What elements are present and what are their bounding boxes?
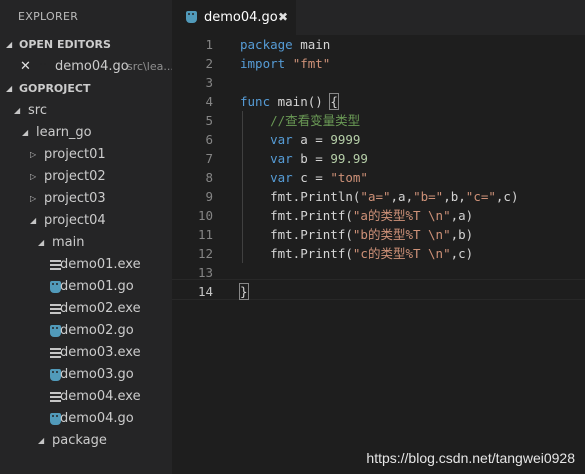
open-editor-path: src\lea...	[127, 60, 172, 73]
tab-demo04-go[interactable]: demo04.go ✖	[172, 0, 296, 35]
tree-item-src[interactable]: ◢ src	[0, 100, 172, 122]
goproject-header[interactable]: ◢ GOPROJECT	[0, 78, 172, 100]
open-editor-name: demo04.go	[55, 59, 129, 74]
line-number: 1	[205, 37, 213, 52]
code-text: package main	[240, 37, 331, 52]
line-number: 8	[205, 170, 213, 185]
tab-bar: demo04.go ✖	[172, 0, 585, 35]
tree-item-project04[interactable]: ◢ project04	[0, 210, 172, 232]
line-number: 7	[205, 151, 213, 166]
tree-item-demo04-exe[interactable]: demo04.exe	[0, 386, 172, 408]
chevron-down-icon: ◢	[22, 128, 29, 137]
code-text: func main() {	[240, 93, 339, 110]
line-number: 14	[197, 284, 213, 299]
tree-item-project03[interactable]: ▷ project03	[0, 188, 172, 210]
line-number: 5	[205, 113, 213, 128]
line-number: 12	[197, 246, 213, 261]
tree-item-label: project01	[44, 147, 106, 162]
code-text: fmt.Printf("a的类型%T \n",a)	[240, 208, 474, 223]
line-number: 11	[197, 227, 213, 242]
tree-item-demo04-go[interactable]: demo04.go	[0, 408, 172, 430]
tree-item-label: src	[28, 103, 47, 118]
watermark: https://blog.csdn.net/tangwei0928	[366, 450, 575, 466]
chevron-down-icon: ◢	[6, 84, 13, 93]
tree-item-label: demo03.exe	[60, 345, 141, 360]
line-number: 13	[197, 265, 213, 280]
tree-item-demo03-exe[interactable]: demo03.exe	[0, 342, 172, 364]
code-text: var a = 9999	[270, 132, 361, 147]
chevron-down-icon: ◢	[30, 216, 37, 225]
tree-item-label: demo01.go	[60, 279, 134, 294]
chevron-right-icon: ▷	[30, 150, 37, 159]
line-number: 9	[205, 189, 213, 204]
tree-item-label: demo01.exe	[60, 257, 141, 272]
explorer-sidebar: EXPLORER ◢ OPEN EDITORS ✕ demo04.go src\…	[0, 0, 172, 474]
tree-item-label: main	[52, 235, 85, 250]
tree-item-demo03-go[interactable]: demo03.go	[0, 364, 172, 386]
chevron-down-icon: ◢	[38, 238, 45, 247]
code-text: fmt.Printf("c的类型%T \n",c)	[240, 246, 474, 261]
tree-item-demo02-exe[interactable]: demo02.exe	[0, 298, 172, 320]
tree-item-label: project04	[44, 213, 106, 228]
tree-item-label: demo03.go	[60, 367, 134, 382]
tree-item-project01[interactable]: ▷ project01	[0, 144, 172, 166]
code-text: }	[239, 283, 249, 300]
chevron-down-icon: ◢	[6, 40, 13, 49]
code-text: //查看变量类型	[270, 113, 361, 128]
code-text: fmt.Printf("b的类型%T \n",b)	[240, 227, 474, 242]
code-text: fmt.Println("a=",a,"b=",b,"c=",c)	[240, 189, 519, 204]
line-number: 6	[205, 132, 213, 147]
tree-item-label: demo04.go	[60, 411, 134, 426]
tab-label: demo04.go	[204, 10, 278, 25]
open-editors-header[interactable]: ◢ OPEN EDITORS	[0, 34, 172, 56]
chevron-right-icon: ▷	[30, 194, 37, 203]
tree-item-package[interactable]: ◢ package	[0, 430, 172, 452]
tree-item-label: project03	[44, 191, 106, 206]
tree-item-demo02-go[interactable]: demo02.go	[0, 320, 172, 342]
code-text: import "fmt"	[240, 56, 331, 71]
chevron-down-icon: ◢	[38, 436, 45, 445]
current-line-highlight	[172, 279, 585, 300]
goproject-label: GOPROJECT	[19, 82, 91, 95]
tree-item-learn-go[interactable]: ◢ learn_go	[0, 122, 172, 144]
line-number: 4	[205, 94, 213, 109]
go-file-icon	[186, 11, 197, 23]
close-icon[interactable]: ✖	[278, 0, 288, 35]
open-editors-label: OPEN EDITORS	[19, 38, 111, 51]
chevron-right-icon: ▷	[30, 172, 37, 181]
file-tree: ◢ src ◢ learn_go ▷ project01 ▷ project02 ▷ projec…	[0, 100, 172, 452]
line-number: 2	[205, 56, 213, 71]
tree-item-label: demo04.exe	[60, 389, 141, 404]
chevron-down-icon: ◢	[14, 106, 21, 115]
close-icon[interactable]: ✕	[20, 56, 31, 78]
code-editor[interactable]: 1 package main 2 import "fmt" 3 4 func main() …	[172, 35, 585, 474]
line-number: 10	[197, 208, 213, 223]
tree-item-label: package	[52, 433, 107, 448]
tree-item-label: demo02.go	[60, 323, 134, 338]
open-editor-demo04[interactable]: ✕ demo04.go src\lea...	[0, 56, 172, 78]
code-text: var b = 99.99	[270, 151, 368, 166]
tree-item-label: demo02.exe	[60, 301, 141, 316]
tree-item-demo01-exe[interactable]: demo01.exe	[0, 254, 172, 276]
tree-item-project02[interactable]: ▷ project02	[0, 166, 172, 188]
tree-item-label: project02	[44, 169, 106, 184]
line-number: 3	[205, 75, 213, 90]
code-text: var c = "tom"	[270, 170, 368, 185]
explorer-title: EXPLORER	[18, 10, 79, 23]
tree-item-demo01-go[interactable]: demo01.go	[0, 276, 172, 298]
tree-item-label: learn_go	[36, 125, 92, 140]
tree-item-main[interactable]: ◢ main	[0, 232, 172, 254]
